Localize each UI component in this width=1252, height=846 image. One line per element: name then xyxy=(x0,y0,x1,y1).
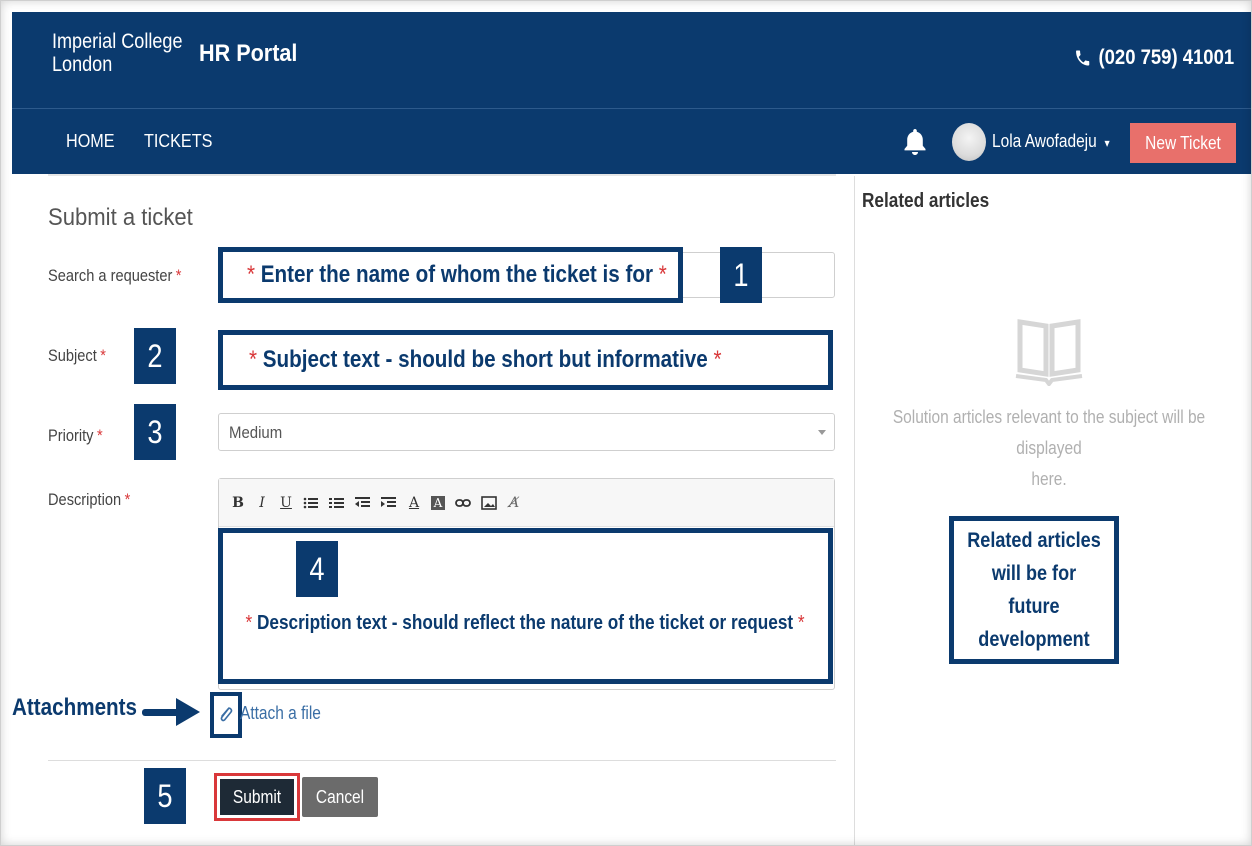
attachments-callout-label: Attachments xyxy=(12,694,138,721)
requester-hint-text: Enter the name of whom the ticket is for xyxy=(260,261,654,288)
user-menu[interactable]: Lola Awofadeju ▾ xyxy=(992,131,1110,152)
required-mark: * xyxy=(175,266,182,285)
underline-button[interactable]: U xyxy=(279,496,293,510)
required-mark: * xyxy=(124,490,131,509)
subject-label: Subject * xyxy=(48,346,106,366)
step-badge-5: 5 xyxy=(144,768,186,824)
phone-icon xyxy=(1075,50,1090,66)
arrow-right-icon xyxy=(142,698,200,726)
priority-selected-value: Medium xyxy=(229,423,283,442)
description-label: Description * xyxy=(48,490,130,510)
top-header: Imperial College London HR Portal (020 7… xyxy=(12,12,1252,108)
page-title: Submit a ticket xyxy=(48,204,193,231)
description-hint-text: Description text - should reflect the na… xyxy=(257,611,794,634)
bold-button[interactable]: B xyxy=(231,496,245,510)
user-name: Lola Awofadeju xyxy=(992,131,1097,151)
font-color-button[interactable]: A xyxy=(407,496,421,510)
logo-line1: Imperial College xyxy=(52,30,183,53)
subject-label-text: Subject xyxy=(48,346,97,365)
subject-hint-text: Subject text - should be short but infor… xyxy=(262,346,708,373)
requester-label-text: Search a requester xyxy=(48,266,173,285)
caret-down-icon xyxy=(818,430,826,435)
phone-contact: (020 759) 41001 xyxy=(1074,46,1234,70)
required-mark: * xyxy=(100,346,106,365)
cancel-button[interactable]: Cancel xyxy=(302,777,378,817)
step-badge-3: 3 xyxy=(134,404,176,460)
nav-home[interactable]: HOME xyxy=(66,131,115,152)
image-icon[interactable] xyxy=(481,495,497,511)
attach-clip-button[interactable] xyxy=(210,692,242,738)
future-development-callout: Related articles will be for future deve… xyxy=(949,516,1119,664)
submit-button[interactable]: Submit xyxy=(220,779,294,815)
background-color-button[interactable]: A xyxy=(431,495,445,510)
logo-line2: London xyxy=(52,53,113,76)
required-mark: * xyxy=(96,426,103,445)
app-window: Imperial College London HR Portal (020 7… xyxy=(0,0,1252,846)
outdent-icon[interactable] xyxy=(355,495,371,511)
priority-label: Priority * xyxy=(48,426,103,446)
main-nav: HOME TICKETS Lola Awofadeju ▾ New Ticket xyxy=(12,108,1252,174)
requester-label: Search a requester * xyxy=(48,266,181,286)
bullet-list-icon[interactable] xyxy=(303,495,319,511)
future-line-1: Related articles xyxy=(967,529,1101,552)
new-ticket-label: New Ticket xyxy=(1145,132,1221,153)
attach-file-link[interactable]: Attach a file xyxy=(240,703,321,724)
editor-toolbar: B I U A A A̸ xyxy=(219,479,834,527)
content-top-divider xyxy=(48,174,836,176)
phone-number: (020 759) 41001 xyxy=(1098,46,1234,69)
new-ticket-button[interactable]: New Ticket xyxy=(1130,123,1236,163)
empty-line-1: Solution articles relevant to the subjec… xyxy=(892,407,1206,458)
college-logo[interactable]: Imperial College London xyxy=(52,30,183,76)
submit-highlight: Submit xyxy=(214,773,300,821)
portal-title: HR Portal xyxy=(199,40,298,67)
paperclip-icon xyxy=(220,707,233,722)
link-icon[interactable] xyxy=(455,495,471,511)
empty-line-2: here. xyxy=(1031,469,1067,489)
user-avatar[interactable] xyxy=(952,123,986,161)
notifications-bell-icon[interactable] xyxy=(902,127,928,157)
form-footer-divider xyxy=(48,760,836,761)
indent-icon[interactable] xyxy=(381,495,397,511)
related-articles-title: Related articles xyxy=(862,190,990,212)
italic-button[interactable]: I xyxy=(255,496,269,510)
priority-label-text: Priority xyxy=(48,426,94,445)
related-articles-empty-state: Solution articles relevant to the subjec… xyxy=(886,402,1211,495)
subject-input[interactable]: * Subject text - should be short but inf… xyxy=(218,330,833,390)
nav-tickets[interactable]: TICKETS xyxy=(144,131,212,152)
cancel-label: Cancel xyxy=(315,786,365,807)
submit-label: Submit xyxy=(232,786,282,807)
description-label-text: Description xyxy=(48,490,122,509)
future-line-2: will be for future xyxy=(991,562,1077,618)
step-badge-4: 4 xyxy=(296,541,338,597)
step-badge-1: 1 xyxy=(720,247,762,303)
book-icon xyxy=(1015,319,1083,386)
clear-format-icon[interactable]: A̸ xyxy=(507,496,521,510)
step-badge-2: 2 xyxy=(134,328,176,384)
numbered-list-icon[interactable] xyxy=(329,495,345,511)
future-line-3: development xyxy=(978,628,1090,651)
requester-hint-callout: * Enter the name of whom the ticket is f… xyxy=(218,247,683,303)
chevron-down-icon: ▾ xyxy=(1104,136,1110,150)
sidebar-divider xyxy=(854,176,855,846)
priority-select[interactable]: Medium xyxy=(218,413,835,451)
